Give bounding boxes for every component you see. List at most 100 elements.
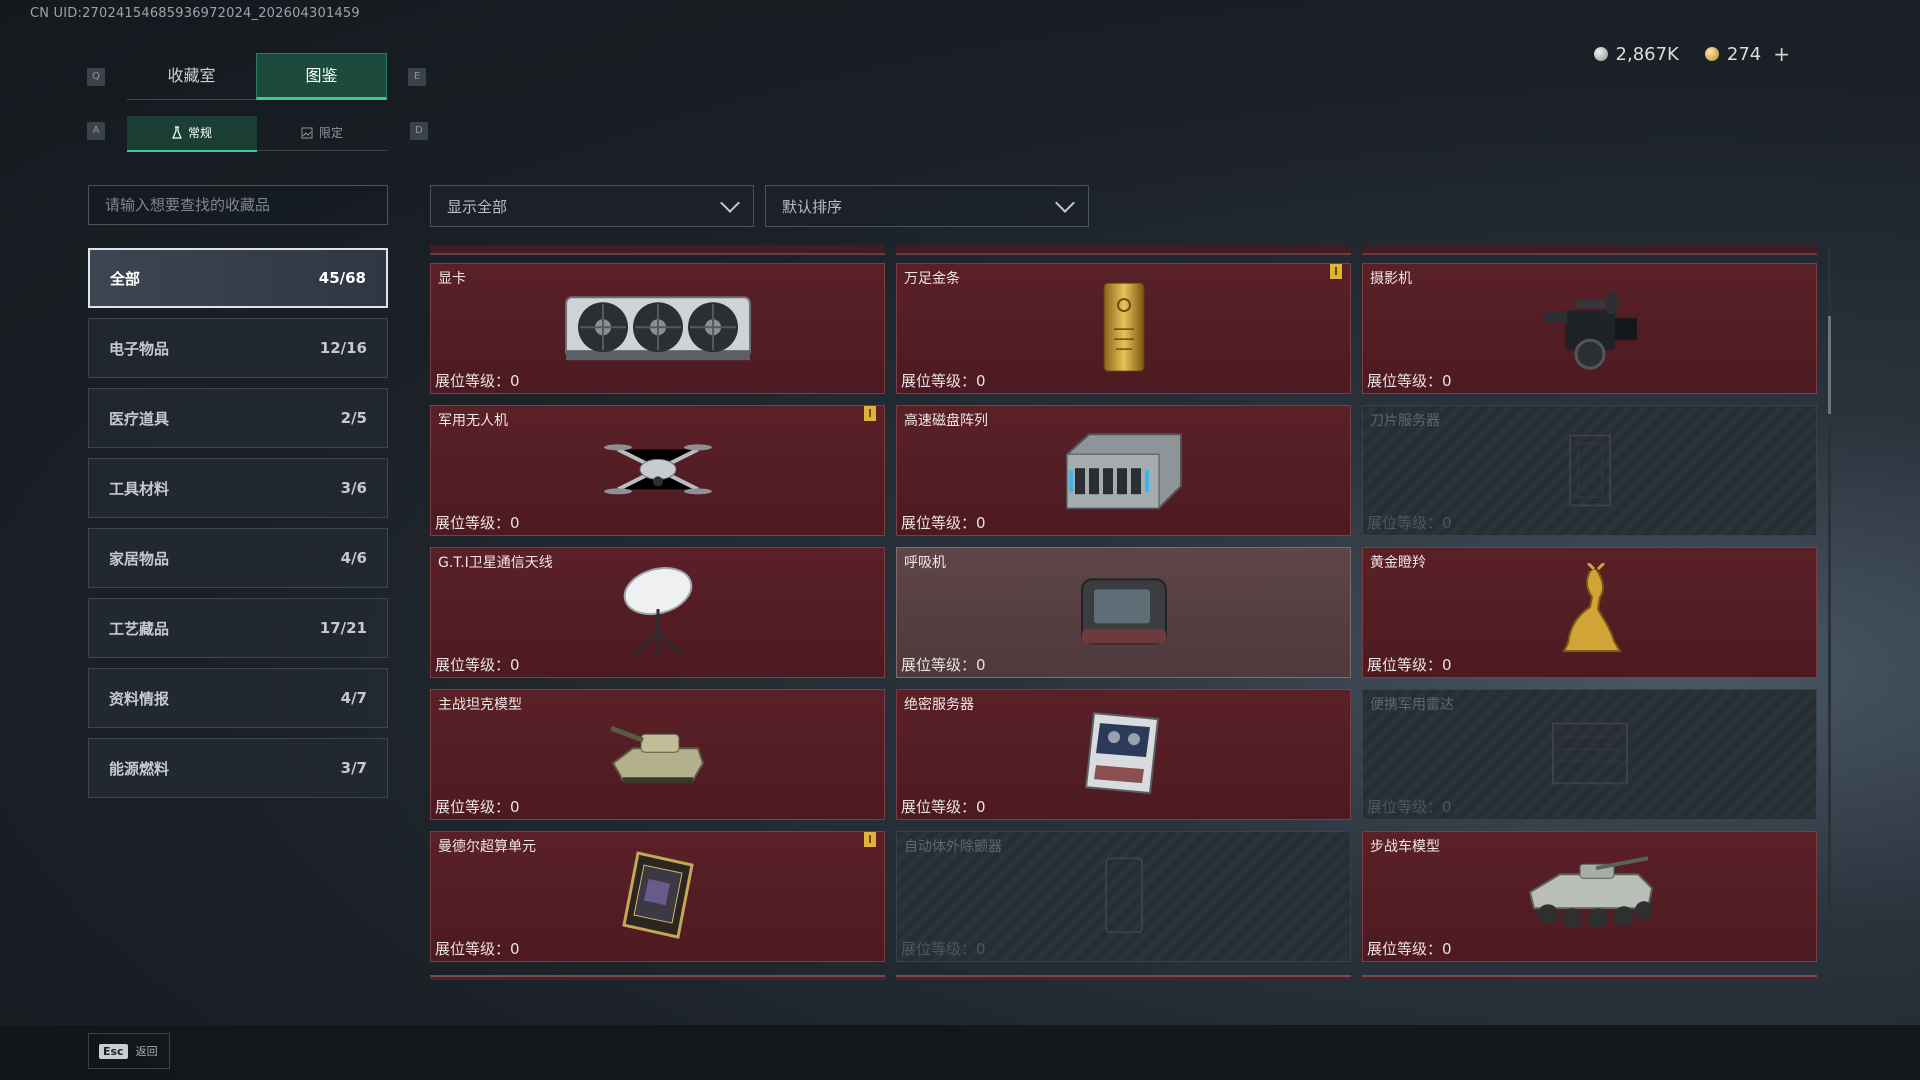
portable-radar-icon <box>1551 721 1628 784</box>
item-card-defibrillator[interactable]: 自动体外除颤器 展位等级：0 <box>896 831 1351 962</box>
search-input[interactable] <box>89 186 387 224</box>
item-level: 展位等级：0 <box>435 514 520 532</box>
flask-icon <box>172 126 182 139</box>
item-level: 展位等级：0 <box>1367 656 1452 674</box>
item-card-military-drone[interactable]: 军用无人机 展位等级：0 <box>430 405 885 536</box>
key-hint-a: A <box>87 122 105 140</box>
category-count: 3/7 <box>340 759 367 777</box>
item-card-supercomputer-unit[interactable]: 曼德尔超算单元 展位等级：0 <box>430 831 885 962</box>
category-intel[interactable]: 资料情报 4/7 <box>88 668 388 728</box>
item-level: 展位等级：0 <box>1367 372 1452 390</box>
search-box[interactable] <box>88 185 388 225</box>
category-count: 12/16 <box>319 339 367 357</box>
category-label: 资料情报 <box>109 689 170 708</box>
item-name: 自动体外除颤器 <box>904 839 1002 855</box>
item-level: 展位等级：0 <box>435 372 520 390</box>
item-name: 步战车模型 <box>1370 839 1440 855</box>
disk-array-icon <box>1065 432 1182 509</box>
subtab-limited[interactable]: 限定 <box>257 116 387 151</box>
category-medical[interactable]: 医疗道具 2/5 <box>88 388 388 448</box>
item-card-ventilator[interactable]: 呼吸机 展位等级：0 <box>896 547 1351 678</box>
new-badge-icon <box>1330 264 1342 279</box>
silver-coin-icon <box>1593 47 1608 61</box>
item-card-ifv-model[interactable]: 步战车模型 展位等级：0 <box>1362 831 1817 962</box>
chevron-down-icon <box>720 193 740 213</box>
category-label: 工艺藏品 <box>109 619 170 638</box>
item-card-tank-model[interactable]: 主战坦克模型 展位等级：0 <box>430 689 885 820</box>
scrollbar-thumb[interactable] <box>1828 316 1831 414</box>
item-name: 万足金条 <box>904 271 960 287</box>
chevron-down-icon <box>1055 193 1075 213</box>
gold-currency[interactable]: 274 + <box>1704 42 1790 66</box>
graphics-card-icon <box>564 295 751 360</box>
back-label: 返回 <box>135 1045 158 1058</box>
footer-bar <box>0 1025 1920 1080</box>
new-badge-icon <box>864 406 876 421</box>
item-level: 展位等级：0 <box>435 656 520 674</box>
camera-icon <box>1542 291 1637 370</box>
item-name: 曼德尔超算单元 <box>438 839 536 855</box>
supercomputer-unit-icon <box>621 850 694 939</box>
item-card-graphics-card[interactable]: 显卡 展位等级：0 <box>430 263 885 394</box>
category-label: 医疗道具 <box>109 409 170 428</box>
category-household[interactable]: 家居物品 4/6 <box>88 528 388 588</box>
category-electronics[interactable]: 电子物品 12/16 <box>88 318 388 378</box>
item-level: 展位等级：0 <box>435 940 520 958</box>
item-card-disk-array[interactable]: 高速磁盘阵列 展位等级：0 <box>896 405 1351 536</box>
item-level: 展位等级：0 <box>901 656 986 674</box>
item-name: G.T.I卫星通信天线 <box>438 555 553 571</box>
category-label: 电子物品 <box>109 339 170 358</box>
category-count: 4/6 <box>340 549 367 567</box>
item-card-gold-bar[interactable]: 万足金条 展位等级：0 <box>896 263 1351 394</box>
back-button[interactable]: Esc 返回 <box>88 1033 170 1069</box>
item-card-camera[interactable]: 摄影机 展位等级：0 <box>1362 263 1817 394</box>
filter-dropdown[interactable]: 显示全部 <box>430 185 754 227</box>
currency-bar: 2,867K 274 + <box>1593 42 1790 66</box>
item-level: 展位等级：0 <box>901 514 986 532</box>
category-energy[interactable]: 能源燃料 3/7 <box>88 738 388 798</box>
item-grid-viewport[interactable]: 显卡 展位等级：0 万足金条 展位等级：0 摄影机 展位等级：0 军用无人机 展… <box>430 245 1818 980</box>
item-grid: 显卡 展位等级：0 万足金条 展位等级：0 摄影机 展位等级：0 军用无人机 展… <box>430 263 1817 962</box>
golden-gazelle-icon <box>1561 562 1622 652</box>
category-label: 家居物品 <box>109 549 170 568</box>
category-count: 3/6 <box>340 479 367 497</box>
key-hint-q: Q <box>87 68 105 86</box>
drone-icon <box>603 443 712 494</box>
esc-key-icon: Esc <box>99 1043 128 1059</box>
item-level: 展位等级：0 <box>901 372 986 390</box>
main-tabs: 收藏室 图鉴 <box>127 53 387 100</box>
grid-scrollbar[interactable] <box>1828 248 1831 980</box>
gold-amount: 274 <box>1726 43 1762 65</box>
tank-model-icon <box>609 725 704 783</box>
subtab-regular-label: 常规 <box>187 126 212 140</box>
item-card-golden-gazelle[interactable]: 黄金瞪羚 展位等级：0 <box>1362 547 1817 678</box>
subtab-regular[interactable]: 常规 <box>127 116 257 152</box>
gold-coin-icon <box>1704 47 1719 61</box>
item-name: 刀片服务器 <box>1370 413 1440 429</box>
key-hint-e: E <box>408 68 426 86</box>
category-list: 全部 45/68 电子物品 12/16 医疗道具 2/5 工具材料 3/6 家居物品 4/… <box>88 248 388 808</box>
next-row-peek <box>430 975 1818 980</box>
tab-collection-room[interactable]: 收藏室 <box>127 53 256 100</box>
item-card-satellite-antenna[interactable]: G.T.I卫星通信天线 展位等级：0 <box>430 547 885 678</box>
gold-bar-icon <box>1103 282 1144 372</box>
item-card-blade-server[interactable]: 刀片服务器 展位等级：0 <box>1362 405 1817 536</box>
ifv-model-icon <box>1528 855 1653 928</box>
category-crafts[interactable]: 工艺藏品 17/21 <box>88 598 388 658</box>
item-card-secret-server[interactable]: 绝密服务器 展位等级：0 <box>896 689 1351 820</box>
item-name: 黄金瞪羚 <box>1370 555 1426 571</box>
add-currency-button[interactable]: + <box>1773 42 1790 66</box>
item-name: 主战坦克模型 <box>438 697 522 713</box>
category-count: 17/21 <box>319 619 367 637</box>
sort-dropdown[interactable]: 默认排序 <box>765 185 1089 227</box>
item-name: 显卡 <box>438 271 466 287</box>
uid-label: CN UID:27024154685936972024_202604301459 <box>30 6 360 21</box>
sub-tabs: 常规 限定 <box>127 116 387 152</box>
category-tools[interactable]: 工具材料 3/6 <box>88 458 388 518</box>
filter-dropdown-value: 显示全部 <box>447 197 508 216</box>
item-name: 军用无人机 <box>438 413 508 429</box>
item-level: 展位等级：0 <box>901 940 986 958</box>
category-all[interactable]: 全部 45/68 <box>88 248 388 308</box>
item-card-portable-radar[interactable]: 便携军用雷达 展位等级：0 <box>1362 689 1817 820</box>
tab-catalog[interactable]: 图鉴 <box>256 53 387 100</box>
